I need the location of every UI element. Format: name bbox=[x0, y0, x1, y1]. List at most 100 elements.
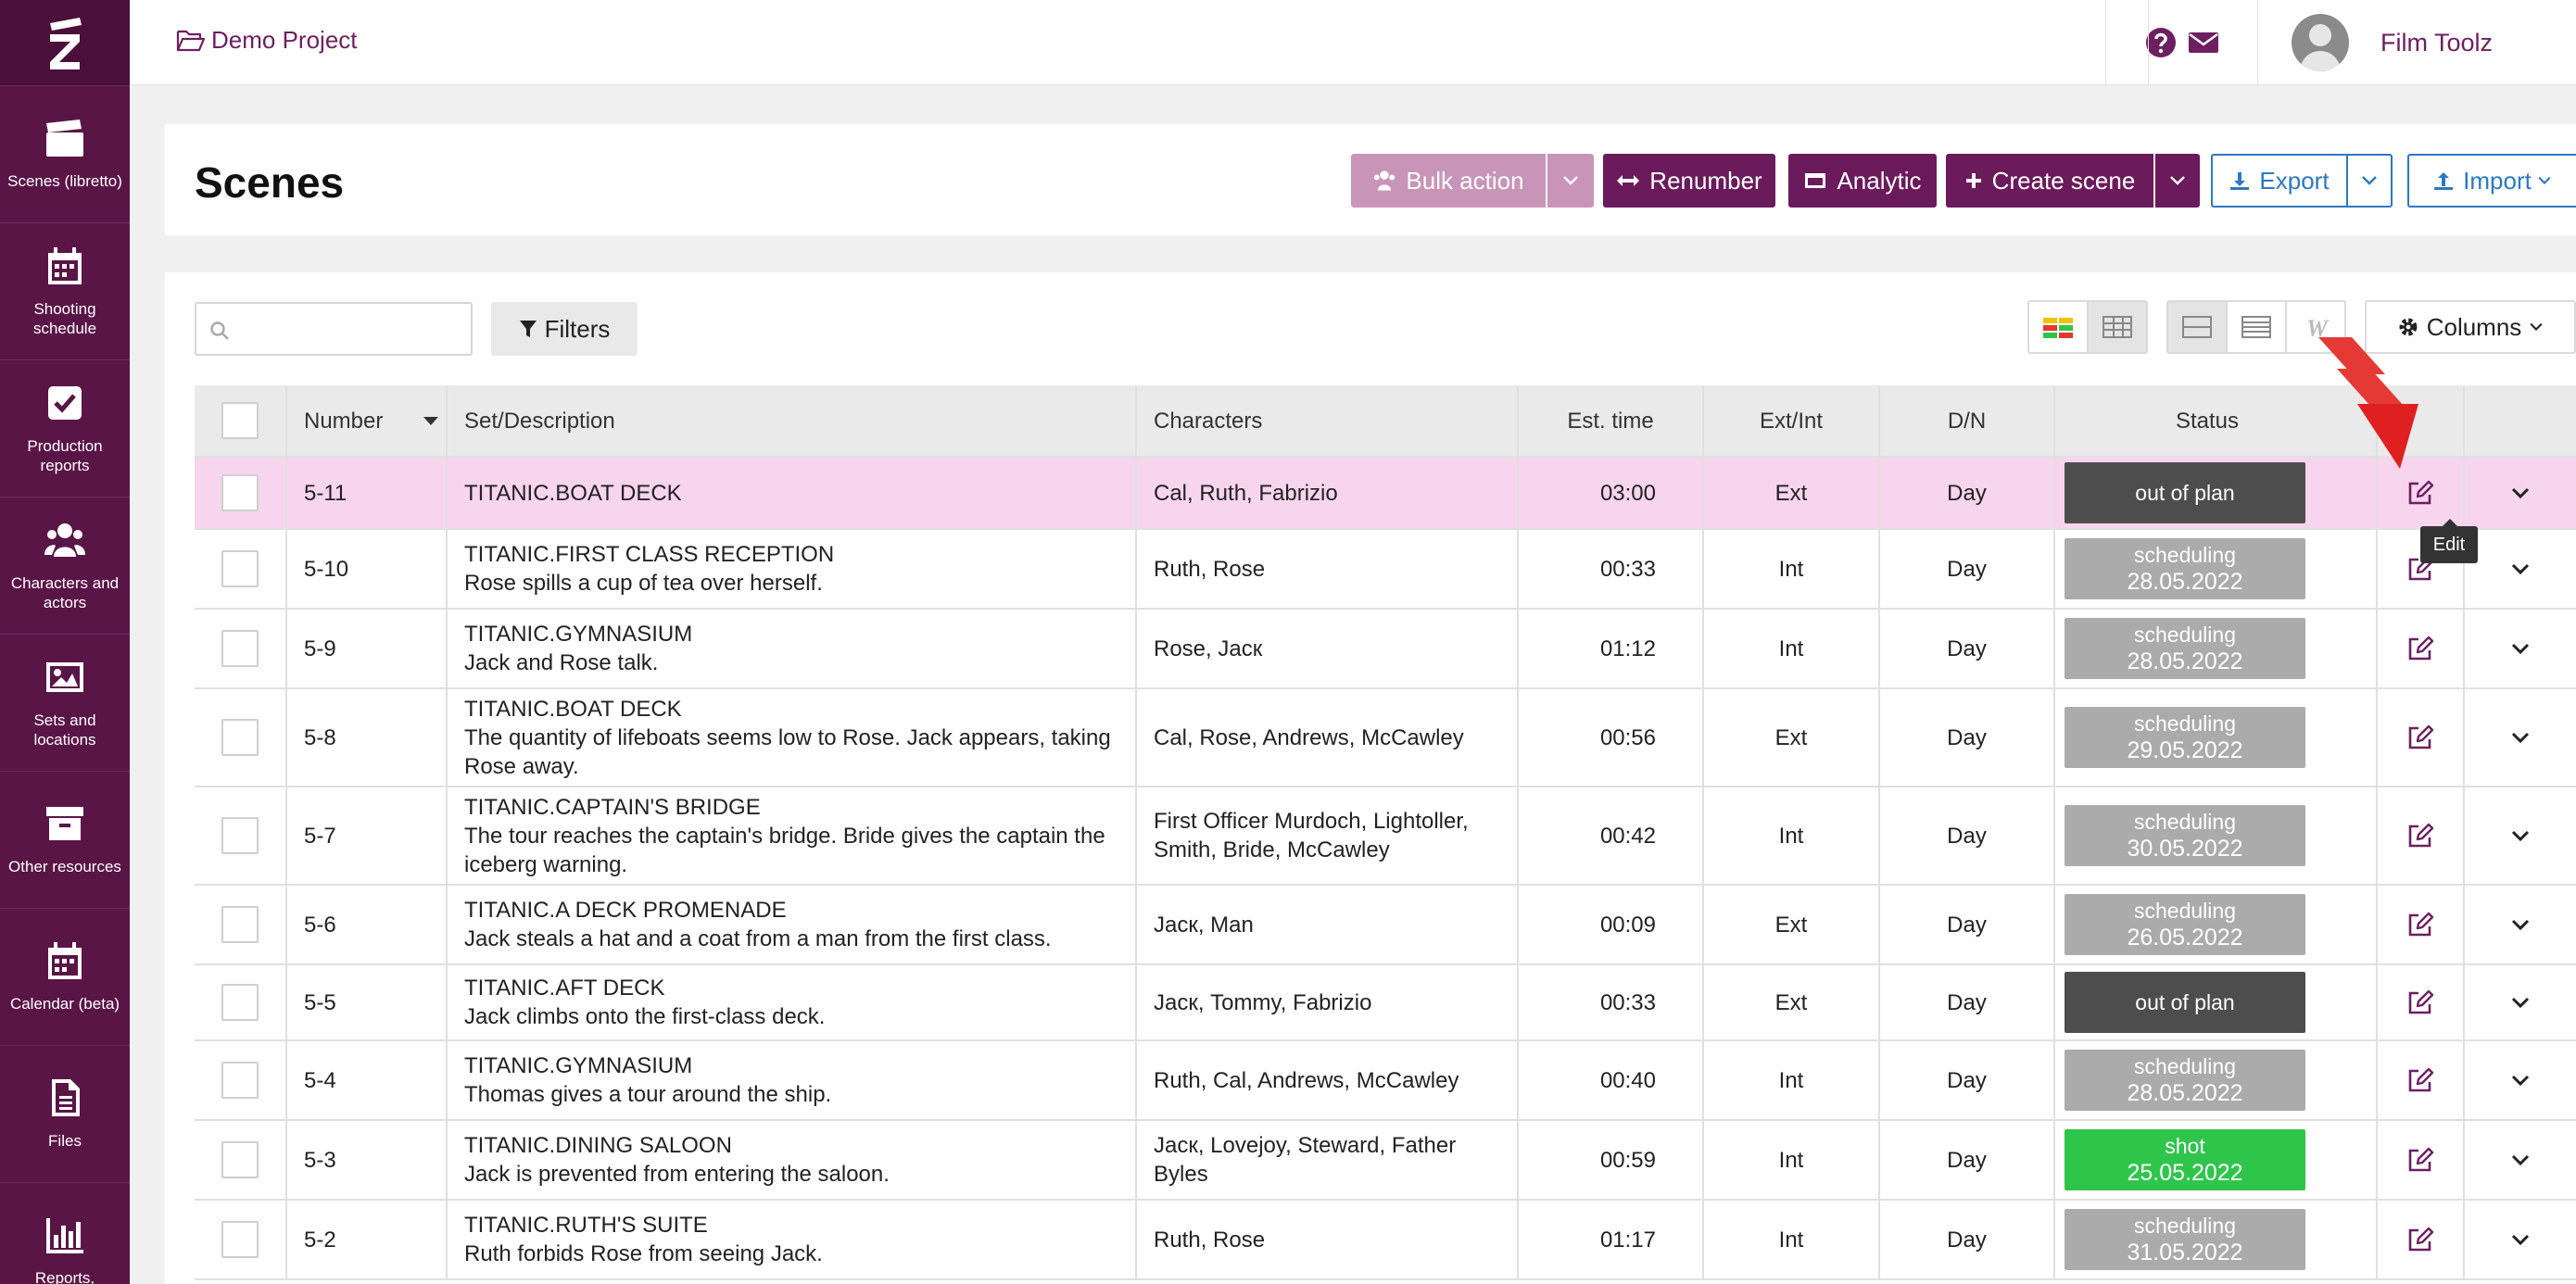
project-link[interactable]: Demo Project bbox=[176, 26, 358, 55]
image-icon bbox=[46, 661, 83, 692]
edit-icon[interactable] bbox=[2406, 478, 2435, 508]
table-row[interactable]: 5-2 TITANIC.RUTH'S SUITE Ruth forbids Ros… bbox=[195, 1201, 2576, 1280]
row-checkbox[interactable] bbox=[221, 630, 259, 667]
scene-number: 5-2 bbox=[304, 1227, 336, 1253]
status-badge[interactable]: out of plan bbox=[2065, 972, 2305, 1033]
row-checkbox[interactable] bbox=[221, 1062, 259, 1099]
column-header-dn[interactable]: D/N bbox=[1880, 385, 2055, 456]
table-row[interactable]: 5-7 TITANIC.CAPTAIN'S BRIDGE The tour rea… bbox=[195, 787, 2576, 886]
row-checkbox[interactable] bbox=[221, 1221, 259, 1258]
view-colored-strips-button[interactable] bbox=[2027, 300, 2089, 354]
chevron-down-icon[interactable] bbox=[2510, 918, 2531, 931]
row-checkbox[interactable] bbox=[221, 719, 259, 756]
column-header-characters[interactable]: Characters bbox=[1137, 385, 1519, 456]
sidebar-item-calendar[interactable]: Calendar (beta) bbox=[0, 908, 130, 1045]
status-badge[interactable]: scheduling 28.05.2022 bbox=[2065, 538, 2305, 599]
create-scene-button[interactable]: Create scene bbox=[1946, 154, 2153, 208]
user-menu[interactable]: Film Toolz bbox=[2257, 0, 2572, 85]
table-row[interactable]: 5-11 TITANIC.BOAT DECK Cal, Ruth, Fabriz… bbox=[195, 458, 2576, 530]
export-button[interactable]: Export bbox=[2211, 154, 2348, 208]
edit-icon[interactable] bbox=[2406, 821, 2435, 850]
messages-button[interactable] bbox=[2148, 0, 2257, 85]
status-badge[interactable]: scheduling 29.05.2022 bbox=[2065, 707, 2305, 768]
status-badge[interactable]: scheduling 26.05.2022 bbox=[2065, 894, 2305, 955]
bulk-action-button[interactable]: Bulk action bbox=[1351, 154, 1546, 208]
scene-dn: Day bbox=[1947, 912, 1987, 938]
row-checkbox[interactable] bbox=[221, 474, 259, 511]
edit-icon[interactable] bbox=[2406, 910, 2435, 939]
column-header-time[interactable]: Est. time bbox=[1519, 385, 1704, 456]
sidebar-item-scenes[interactable]: Scenes (libretto) bbox=[0, 85, 130, 222]
renumber-button[interactable]: Renumber bbox=[1603, 154, 1775, 208]
scene-set: TITANIC.GYMNASIUM bbox=[464, 622, 693, 647]
status-badge[interactable]: scheduling 30.05.2022 bbox=[2065, 805, 2305, 866]
row-checkbox[interactable] bbox=[221, 817, 259, 854]
table-row[interactable]: 5-6 TITANIC.A DECK PROMENADE Jack steals … bbox=[195, 886, 2576, 965]
app-logo[interactable] bbox=[0, 0, 130, 85]
scene-description: Jack steals a hat and a coat from a man … bbox=[464, 926, 1052, 951]
create-scene-dropdown[interactable] bbox=[2155, 154, 2200, 208]
scene-time: 03:00 bbox=[1599, 480, 1656, 506]
analytic-button[interactable]: Analytic bbox=[1788, 154, 1937, 208]
chevron-down-icon[interactable] bbox=[2510, 642, 2531, 655]
scene-set-cell: TITANIC.GYMNASIUM Thomas gives a tour aro… bbox=[448, 1041, 1137, 1119]
sidebar-item-shooting-schedule[interactable]: Shooting schedule bbox=[0, 222, 130, 359]
table-row[interactable]: 5-3 TITANIC.DINING SALOON Jack is prevent… bbox=[195, 1121, 2576, 1201]
view-table-button[interactable] bbox=[2087, 300, 2148, 354]
sidebar-item-characters[interactable]: Characters and actors bbox=[0, 497, 130, 634]
edit-icon[interactable] bbox=[2406, 988, 2435, 1017]
chevron-down-icon[interactable] bbox=[2510, 996, 2531, 1009]
table-row[interactable]: 5-5 TITANIC.AFT DECK Jack climbs onto the… bbox=[195, 965, 2576, 1041]
column-header-set[interactable]: Set/Description bbox=[448, 385, 1137, 456]
row-checkbox[interactable] bbox=[221, 550, 259, 587]
select-all-checkbox[interactable] bbox=[221, 402, 259, 439]
filters-button[interactable]: Filters bbox=[491, 302, 638, 356]
scene-extint: Ext bbox=[1774, 480, 1808, 506]
edit-icon[interactable] bbox=[2406, 634, 2435, 663]
chevron-down-icon[interactable] bbox=[2510, 1074, 2531, 1087]
status-badge[interactable]: scheduling 28.05.2022 bbox=[2065, 1050, 2305, 1111]
status-badge[interactable]: scheduling 31.05.2022 bbox=[2065, 1209, 2305, 1270]
row-checkbox[interactable] bbox=[221, 1141, 259, 1178]
table-row[interactable]: 5-4 TITANIC.GYMNASIUM Thomas gives a tour… bbox=[195, 1041, 2576, 1121]
scene-characters-cell: Cal, Ruth, Fabrizio bbox=[1137, 458, 1519, 528]
page-title: Scenes bbox=[195, 158, 345, 207]
scene-time: 00:33 bbox=[1599, 989, 1656, 1015]
sidebar-item-sets[interactable]: Sets and locations bbox=[0, 634, 130, 771]
avatar bbox=[2292, 14, 2349, 71]
status-badge[interactable]: out of plan bbox=[2065, 462, 2305, 523]
view-split-button[interactable] bbox=[2166, 300, 2228, 354]
status-badge[interactable]: scheduling 28.05.2022 bbox=[2065, 618, 2305, 679]
chevron-down-icon[interactable] bbox=[2510, 1233, 2531, 1246]
import-button[interactable]: Import bbox=[2407, 154, 2576, 208]
column-header-extint[interactable]: Ext/Int bbox=[1704, 385, 1880, 456]
view-list-button[interactable] bbox=[2226, 300, 2287, 354]
scene-characters-cell: First Officer Murdoch, Lightoller, Smith… bbox=[1137, 787, 1519, 884]
bar-chart-icon bbox=[46, 1218, 83, 1253]
edit-icon[interactable] bbox=[2406, 1065, 2435, 1095]
sidebar-item-files[interactable]: Files bbox=[0, 1045, 130, 1182]
status-badge[interactable]: shot 25.05.2022 bbox=[2065, 1129, 2305, 1190]
edit-icon[interactable] bbox=[2406, 1225, 2435, 1254]
sidebar-item-reports[interactable]: Reports, bbox=[0, 1182, 130, 1284]
edit-icon[interactable] bbox=[2406, 723, 2435, 752]
row-checkbox[interactable] bbox=[221, 906, 259, 943]
table-row[interactable]: 5-10 TITANIC.FIRST CLASS RECEPTION Rose s… bbox=[195, 530, 2576, 610]
edit-icon[interactable] bbox=[2406, 1145, 2435, 1175]
column-header-number[interactable]: Number bbox=[287, 385, 448, 456]
sidebar-item-other-resources[interactable]: Other resources bbox=[0, 771, 130, 908]
row-checkbox[interactable] bbox=[221, 984, 259, 1021]
sidebar-item-production-reports[interactable]: Production reports bbox=[0, 359, 130, 497]
table-row[interactable]: 5-9 TITANIC.GYMNASIUM Jack and Rose talk.… bbox=[195, 610, 2576, 689]
chevron-down-icon[interactable] bbox=[2510, 1153, 2531, 1166]
column-header-expand bbox=[2465, 385, 2576, 456]
chevron-down-icon[interactable] bbox=[2510, 486, 2531, 499]
scene-number: 5-8 bbox=[304, 724, 336, 750]
search-input[interactable] bbox=[195, 302, 473, 356]
chevron-down-icon[interactable] bbox=[2510, 829, 2531, 842]
export-dropdown[interactable] bbox=[2346, 154, 2393, 208]
table-row[interactable]: 5-8 TITANIC.BOAT DECK The quantity of lif… bbox=[195, 689, 2576, 787]
chevron-down-icon[interactable] bbox=[2510, 731, 2531, 744]
chevron-down-icon[interactable] bbox=[2510, 562, 2531, 575]
bulk-action-dropdown[interactable] bbox=[1547, 154, 1594, 208]
